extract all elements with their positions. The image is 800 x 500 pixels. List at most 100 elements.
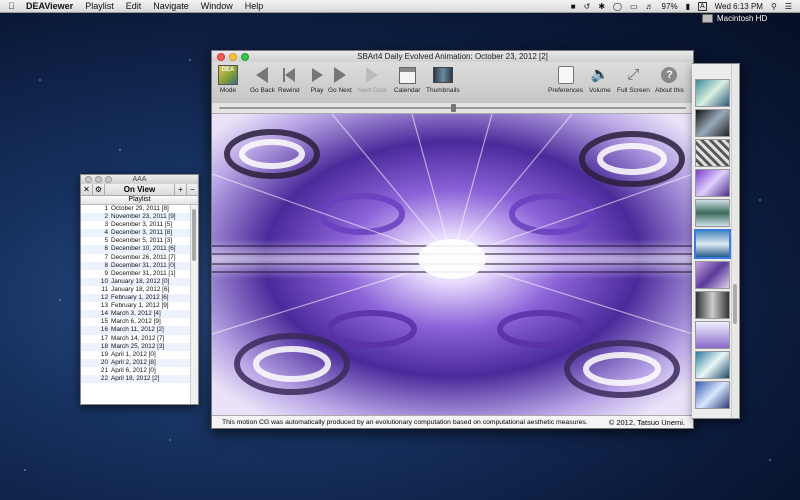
- list-item[interactable]: 20 April 2, 2012 [8]: [81, 358, 191, 367]
- row-label: April 18, 2012 [2]: [111, 374, 160, 382]
- list-item[interactable]: 2 November 23, 2011 [9]: [81, 213, 191, 222]
- zoom-button[interactable]: [241, 52, 249, 61]
- menu-edit[interactable]: Edit: [126, 1, 142, 11]
- menu-navigate[interactable]: Navigate: [153, 1, 189, 11]
- list-item[interactable]: 11 January 18, 2012 [6]: [81, 286, 191, 294]
- row-label: March 14, 2012 [7]: [111, 334, 165, 342]
- list-item[interactable]: 10 January 18, 2012 [0]: [81, 277, 191, 286]
- list-item[interactable]: 7 December 26, 2011 [7]: [81, 254, 191, 262]
- mode-button[interactable]: DEA Mode: [218, 65, 238, 94]
- menu-window[interactable]: Window: [201, 1, 233, 11]
- list-item[interactable]: 4 December 3, 2011 [8]: [81, 229, 191, 238]
- apple-icon[interactable]: : [8, 1, 18, 11]
- row-number: 13: [100, 302, 108, 310]
- menu-playlist[interactable]: Playlist: [85, 1, 114, 11]
- spotlight-icon[interactable]: ⚲: [771, 2, 777, 11]
- list-item[interactable]: 14 March 3, 2012 [4]: [81, 310, 191, 319]
- play-button[interactable]: Play: [307, 65, 327, 94]
- playlist-titlebar[interactable]: AAA: [81, 175, 198, 184]
- display-icon[interactable]: ▭: [630, 2, 638, 11]
- list-item[interactable]: 9 December 31, 2011 [1]: [81, 270, 191, 278]
- remove-icon[interactable]: ✕: [81, 184, 93, 195]
- thumbnails-icon: [432, 67, 453, 83]
- wifi-icon[interactable]: ◯: [613, 2, 622, 11]
- thumbnail[interactable]: [695, 261, 730, 289]
- full-screen-button[interactable]: ⤢ Full Screen: [617, 65, 650, 94]
- thumbnail[interactable]: [695, 109, 730, 137]
- next-date-button[interactable]: Next Date: [358, 65, 387, 94]
- thumbnail[interactable]: [695, 199, 730, 227]
- list-item[interactable]: 16 March 11, 2012 [2]: [81, 326, 191, 335]
- row-number: 2: [104, 213, 108, 221]
- playlist-scrollbar[interactable]: [190, 205, 198, 404]
- minimize-button[interactable]: [229, 52, 237, 61]
- thumbnails-scrollbar[interactable]: [731, 64, 739, 418]
- time-machine-icon[interactable]: ↺: [584, 2, 591, 11]
- list-item[interactable]: 12 February 1, 2012 [6]: [81, 294, 191, 303]
- clock[interactable]: Wed 6:13 PM: [715, 2, 763, 11]
- go-back-button[interactable]: Go Back: [250, 65, 275, 94]
- playlist-column-header[interactable]: Playlist: [81, 196, 198, 205]
- menu-app[interactable]: DEAViewer: [26, 1, 73, 11]
- list-item[interactable]: 19 April 1, 2012 [0]: [81, 351, 191, 359]
- battery-icon[interactable]: ▮: [686, 2, 690, 11]
- list-item[interactable]: 13 February 1, 2012 [9]: [81, 302, 191, 310]
- main-titlebar[interactable]: SBArt4 Daily Evolved Animation: October …: [212, 51, 693, 62]
- list-item[interactable]: 1 October 29, 2011 [8]: [81, 205, 191, 213]
- volume-status-icon[interactable]: ♬: [646, 2, 654, 11]
- thumbnail[interactable]: [695, 291, 730, 319]
- playlist-name[interactable]: On View: [105, 185, 174, 194]
- full-screen-label: Full Screen: [617, 87, 650, 94]
- list-item[interactable]: 5 December 5, 2011 [3]: [81, 237, 191, 245]
- thumbnail[interactable]: [695, 79, 730, 107]
- battery-percent[interactable]: 97%: [662, 2, 678, 11]
- scroll-thumb[interactable]: [192, 209, 196, 261]
- row-label: December 10, 2011 [6]: [111, 245, 176, 253]
- go-next-button[interactable]: Go Next: [328, 65, 352, 94]
- slider-knob[interactable]: [450, 104, 456, 112]
- main-window-title: SBArt4 Daily Evolved Animation: October …: [357, 52, 548, 61]
- calendar-label: Calendar: [394, 87, 421, 94]
- volume-label: Volume: [589, 87, 611, 94]
- minus-icon[interactable]: −: [186, 184, 198, 195]
- desktop-disk[interactable]: Macintosh HD: [702, 14, 767, 23]
- input-source[interactable]: A: [697, 1, 707, 11]
- thumbnail[interactable]: [695, 381, 730, 409]
- gear-icon[interactable]: ⚙: [93, 184, 105, 195]
- thumbnail[interactable]: [695, 321, 730, 349]
- scroll-thumb[interactable]: [733, 284, 737, 324]
- rewind-button[interactable]: Rewind: [278, 65, 300, 94]
- thumbnail[interactable]: [695, 351, 730, 379]
- list-item[interactable]: 3 December 3, 2011 [5]: [81, 221, 191, 229]
- list-item[interactable]: 15 March 6, 2012 [9]: [81, 318, 191, 326]
- animation-viewport[interactable]: [212, 114, 693, 416]
- playback-slider[interactable]: [212, 103, 693, 114]
- playlist-list[interactable]: 1 October 29, 2011 [8] 2 November 23, 2011 …: [81, 205, 191, 404]
- next-date-icon: [366, 67, 379, 83]
- list-item[interactable]: 18 March 25, 2012 [3]: [81, 342, 191, 351]
- bluetooth-icon[interactable]: ✱: [598, 2, 605, 11]
- close-button[interactable]: [217, 52, 225, 61]
- preferences-button[interactable]: Preferences: [548, 65, 583, 94]
- help-icon: ?: [661, 67, 678, 83]
- mode-label: Mode: [219, 87, 237, 94]
- calendar-button[interactable]: Calendar: [394, 65, 420, 94]
- add-icon[interactable]: +: [174, 184, 186, 195]
- thumbnail[interactable]: [695, 169, 730, 197]
- row-number: 15: [100, 318, 108, 326]
- thumbnail-selected[interactable]: [694, 229, 731, 259]
- menu-help[interactable]: Help: [245, 1, 264, 11]
- about-button[interactable]: ? About this: [655, 65, 684, 94]
- rewind-label: Rewind: [278, 87, 300, 94]
- list-item[interactable]: 8 December 31, 2011 [0]: [81, 261, 191, 270]
- notification-center-icon[interactable]: ☰: [785, 2, 792, 11]
- list-item[interactable]: 22 April 18, 2012 [2]: [81, 374, 191, 384]
- dropbox-icon[interactable]: ■: [571, 2, 576, 11]
- thumbnails-button[interactable]: Thumbnails: [426, 65, 460, 94]
- preferences-label: Preferences: [548, 87, 584, 94]
- list-item[interactable]: 21 April 6, 2012 [0]: [81, 367, 191, 375]
- volume-button[interactable]: 🔈 Volume: [589, 65, 611, 94]
- list-item[interactable]: 17 March 14, 2012 [7]: [81, 335, 191, 343]
- list-item[interactable]: 6 December 10, 2011 [6]: [81, 245, 191, 254]
- thumbnail[interactable]: [695, 139, 730, 167]
